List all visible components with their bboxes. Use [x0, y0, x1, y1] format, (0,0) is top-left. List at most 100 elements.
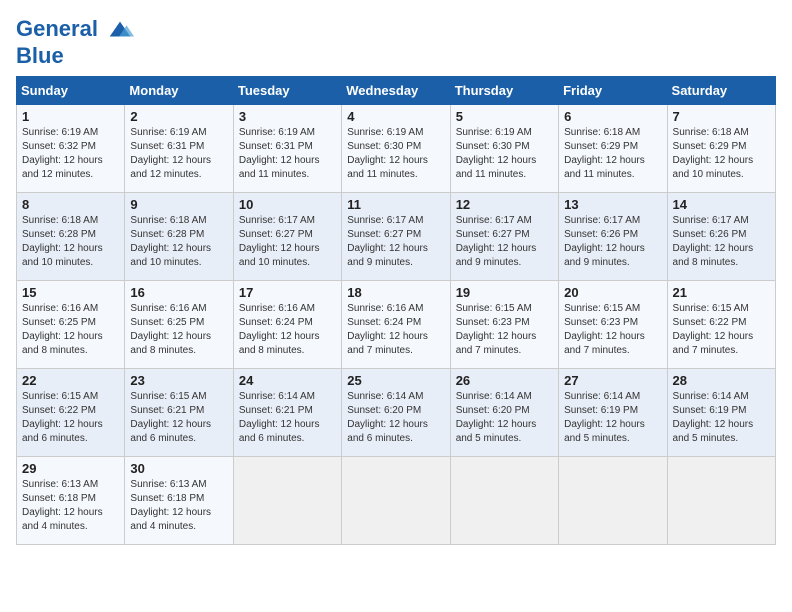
- day-number: 26: [456, 373, 553, 388]
- day-info: Sunrise: 6:17 AMSunset: 6:26 PMDaylight:…: [673, 214, 770, 270]
- page-header: General Blue: [16, 16, 776, 68]
- day-info: Sunrise: 6:17 AMSunset: 6:27 PMDaylight:…: [456, 214, 553, 270]
- day-info: Sunrise: 6:15 AMSunset: 6:21 PMDaylight:…: [130, 390, 227, 446]
- day-number: 22: [22, 373, 119, 388]
- calendar-cell: 17 Sunrise: 6:16 AMSunset: 6:24 PMDayligh…: [233, 281, 341, 369]
- day-info: Sunrise: 6:14 AMSunset: 6:19 PMDaylight:…: [673, 390, 770, 446]
- header-day-wednesday: Wednesday: [342, 77, 450, 105]
- calendar-cell: 30Sunrise: 6:13 AMSunset: 6:18 PMDayligh…: [125, 457, 233, 545]
- day-info: Sunrise: 6:17 AMSunset: 6:27 PMDaylight:…: [239, 214, 336, 270]
- header-day-monday: Monday: [125, 77, 233, 105]
- day-info: Sunrise: 6:19 AMSunset: 6:31 PMDaylight:…: [239, 126, 336, 182]
- day-info: Sunrise: 6:18 AMSunset: 6:29 PMDaylight:…: [673, 126, 770, 182]
- calendar-cell: [342, 457, 450, 545]
- logo-blue: Blue: [16, 43, 64, 68]
- day-number: 1: [22, 109, 119, 124]
- header-day-sunday: Sunday: [17, 77, 125, 105]
- calendar-cell: 18 Sunrise: 6:16 AMSunset: 6:24 PMDayligh…: [342, 281, 450, 369]
- day-number: 29: [22, 461, 119, 476]
- day-info: Sunrise: 6:17 AMSunset: 6:26 PMDaylight:…: [564, 214, 661, 270]
- logo-general: General: [16, 16, 98, 41]
- calendar-cell: 13 Sunrise: 6:17 AMSunset: 6:26 PMDayligh…: [559, 193, 667, 281]
- calendar-cell: 4Sunrise: 6:19 AMSunset: 6:30 PMDaylight…: [342, 105, 450, 193]
- day-info: Sunrise: 6:18 AMSunset: 6:28 PMDaylight:…: [130, 214, 227, 270]
- calendar-cell: 20Sunrise: 6:15 AMSunset: 6:23 PMDayligh…: [559, 281, 667, 369]
- day-number: 14: [673, 197, 770, 212]
- day-number: 11: [347, 197, 444, 212]
- calendar-cell: 11Sunrise: 6:17 AMSunset: 6:27 PMDayligh…: [342, 193, 450, 281]
- calendar-cell: 23 Sunrise: 6:15 AMSunset: 6:21 PMDayligh…: [125, 369, 233, 457]
- logo: General Blue: [16, 16, 134, 68]
- day-info: Sunrise: 6:18 AMSunset: 6:28 PMDaylight:…: [22, 214, 119, 270]
- calendar-cell: 12 Sunrise: 6:17 AMSunset: 6:27 PMDayligh…: [450, 193, 558, 281]
- day-info: Sunrise: 6:13 AMSunset: 6:18 PMDaylight:…: [130, 478, 227, 534]
- header-day-friday: Friday: [559, 77, 667, 105]
- header-day-saturday: Saturday: [667, 77, 775, 105]
- day-info: Sunrise: 6:15 AMSunset: 6:22 PMDaylight:…: [22, 390, 119, 446]
- calendar-cell: 24 Sunrise: 6:14 AMSunset: 6:21 PMDayligh…: [233, 369, 341, 457]
- day-number: 21: [673, 285, 770, 300]
- day-number: 2: [130, 109, 227, 124]
- calendar-cell: 27 Sunrise: 6:14 AMSunset: 6:19 PMDayligh…: [559, 369, 667, 457]
- day-number: 5: [456, 109, 553, 124]
- day-info: Sunrise: 6:15 AMSunset: 6:23 PMDaylight:…: [564, 302, 661, 358]
- calendar-cell: 5 Sunrise: 6:19 AMSunset: 6:30 PMDaylight…: [450, 105, 558, 193]
- day-number: 28: [673, 373, 770, 388]
- calendar-cell: 8 Sunrise: 6:18 AMSunset: 6:28 PMDaylight…: [17, 193, 125, 281]
- calendar-cell: 9 Sunrise: 6:18 AMSunset: 6:28 PMDaylight…: [125, 193, 233, 281]
- calendar-cell: 6 Sunrise: 6:18 AMSunset: 6:29 PMDaylight…: [559, 105, 667, 193]
- day-number: 9: [130, 197, 227, 212]
- header-row: SundayMondayTuesdayWednesdayThursdayFrid…: [17, 77, 776, 105]
- calendar-cell: 1 Sunrise: 6:19 AMSunset: 6:32 PMDaylight…: [17, 105, 125, 193]
- calendar-cell: 19Sunrise: 6:15 AMSunset: 6:23 PMDayligh…: [450, 281, 558, 369]
- calendar-cell: [450, 457, 558, 545]
- day-info: Sunrise: 6:19 AMSunset: 6:30 PMDaylight:…: [456, 126, 553, 182]
- calendar-body: 1 Sunrise: 6:19 AMSunset: 6:32 PMDaylight…: [17, 105, 776, 545]
- day-info: Sunrise: 6:14 AMSunset: 6:21 PMDaylight:…: [239, 390, 336, 446]
- week-row-3: 15 Sunrise: 6:16 AMSunset: 6:25 PMDayligh…: [17, 281, 776, 369]
- day-number: 23: [130, 373, 227, 388]
- day-number: 8: [22, 197, 119, 212]
- day-info: Sunrise: 6:14 AMSunset: 6:19 PMDaylight:…: [564, 390, 661, 446]
- day-info: Sunrise: 6:19 AMSunset: 6:32 PMDaylight:…: [22, 126, 119, 182]
- day-info: Sunrise: 6:18 AMSunset: 6:29 PMDaylight:…: [564, 126, 661, 182]
- calendar-table: SundayMondayTuesdayWednesdayThursdayFrid…: [16, 76, 776, 545]
- day-info: Sunrise: 6:16 AMSunset: 6:24 PMDaylight:…: [239, 302, 336, 358]
- calendar-header: SundayMondayTuesdayWednesdayThursdayFrid…: [17, 77, 776, 105]
- day-info: Sunrise: 6:14 AMSunset: 6:20 PMDaylight:…: [347, 390, 444, 446]
- day-number: 12: [456, 197, 553, 212]
- day-number: 17: [239, 285, 336, 300]
- header-day-thursday: Thursday: [450, 77, 558, 105]
- day-number: 6: [564, 109, 661, 124]
- calendar-cell: 7 Sunrise: 6:18 AMSunset: 6:29 PMDaylight…: [667, 105, 775, 193]
- week-row-5: 29 Sunrise: 6:13 AMSunset: 6:18 PMDayligh…: [17, 457, 776, 545]
- calendar-cell: 10 Sunrise: 6:17 AMSunset: 6:27 PMDayligh…: [233, 193, 341, 281]
- day-number: 19: [456, 285, 553, 300]
- calendar-cell: 21Sunrise: 6:15 AMSunset: 6:22 PMDayligh…: [667, 281, 775, 369]
- calendar-cell: [233, 457, 341, 545]
- calendar-cell: 28 Sunrise: 6:14 AMSunset: 6:19 PMDayligh…: [667, 369, 775, 457]
- calendar-cell: 22 Sunrise: 6:15 AMSunset: 6:22 PMDayligh…: [17, 369, 125, 457]
- calendar-cell: 16Sunrise: 6:16 AMSunset: 6:25 PMDayligh…: [125, 281, 233, 369]
- day-info: Sunrise: 6:19 AMSunset: 6:31 PMDaylight:…: [130, 126, 227, 182]
- day-number: 18: [347, 285, 444, 300]
- calendar-cell: [667, 457, 775, 545]
- calendar-cell: 26 Sunrise: 6:14 AMSunset: 6:20 PMDayligh…: [450, 369, 558, 457]
- day-number: 24: [239, 373, 336, 388]
- calendar-cell: 15Sunrise: 6:16 AMSunset: 6:25 PMDayligh…: [17, 281, 125, 369]
- calendar-cell: [559, 457, 667, 545]
- day-info: Sunrise: 6:14 AMSunset: 6:20 PMDaylight:…: [456, 390, 553, 446]
- day-number: 27: [564, 373, 661, 388]
- day-number: 4: [347, 109, 444, 124]
- day-info: Sunrise: 6:16 AMSunset: 6:24 PMDaylight:…: [347, 302, 444, 358]
- day-number: 25: [347, 373, 444, 388]
- week-row-2: 8 Sunrise: 6:18 AMSunset: 6:28 PMDaylight…: [17, 193, 776, 281]
- day-info: Sunrise: 6:16 AMSunset: 6:25 PMDaylight:…: [130, 302, 227, 358]
- week-row-1: 1 Sunrise: 6:19 AMSunset: 6:32 PMDaylight…: [17, 105, 776, 193]
- day-number: 15: [22, 285, 119, 300]
- day-number: 10: [239, 197, 336, 212]
- calendar-cell: 2 Sunrise: 6:19 AMSunset: 6:31 PMDaylight…: [125, 105, 233, 193]
- day-number: 7: [673, 109, 770, 124]
- day-number: 13: [564, 197, 661, 212]
- week-row-4: 22 Sunrise: 6:15 AMSunset: 6:22 PMDayligh…: [17, 369, 776, 457]
